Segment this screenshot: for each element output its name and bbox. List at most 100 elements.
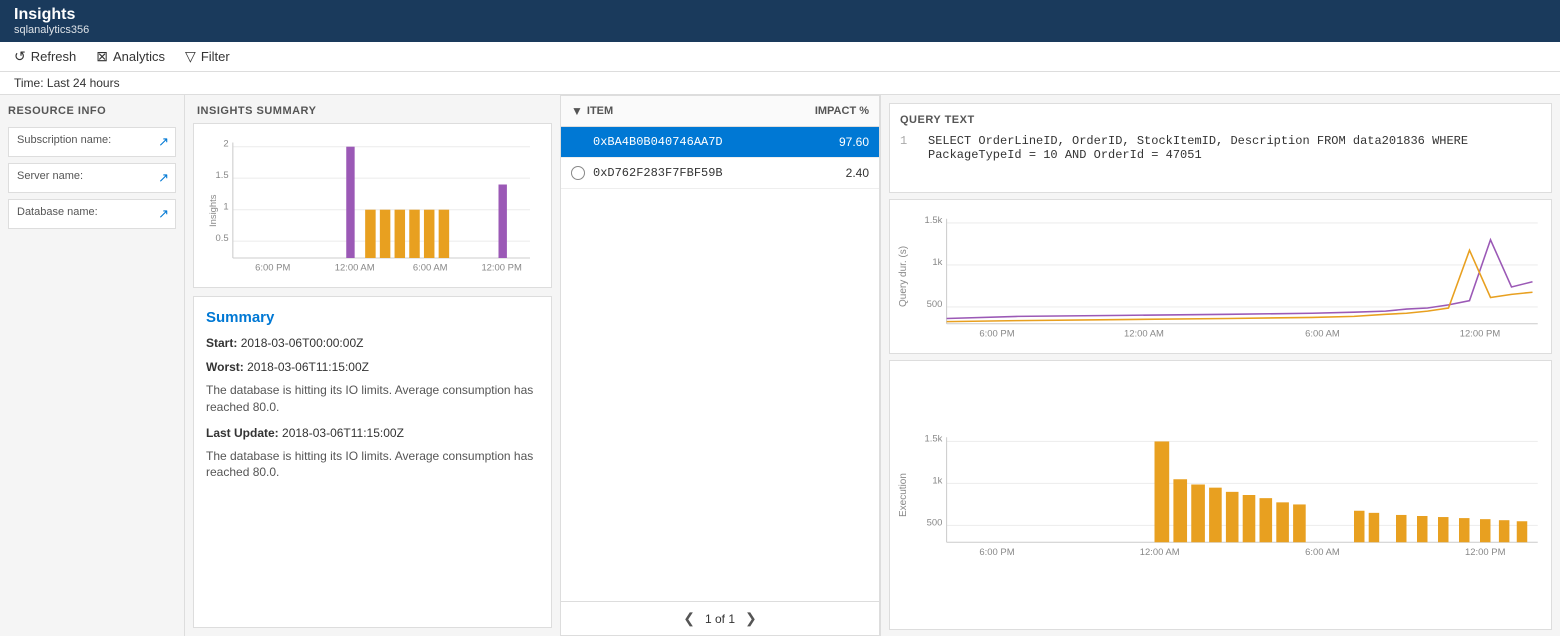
server-edit-icon[interactable]: ↗ — [158, 170, 169, 186]
app-subtitle: sqlanalytics356 — [14, 24, 1546, 36]
summary-worst-label: Worst: — [206, 360, 244, 374]
item-impact: 2.40 — [809, 166, 869, 180]
summary-start-row: Start: 2018-03-06T00:00:00Z — [206, 334, 539, 352]
items-list: 0xBA4B0B040746AA7D 97.60 0xD762F283F7FBF… — [561, 127, 879, 601]
item-icon-gray — [571, 166, 585, 180]
database-edit-icon[interactable]: ↗ — [158, 206, 169, 222]
database-name-group: Database name: ↗ — [8, 199, 176, 229]
svg-text:6:00 AM: 6:00 AM — [1305, 328, 1340, 339]
server-name-group: Server name: ↗ — [8, 163, 176, 193]
bar-orange-1 — [365, 210, 376, 258]
page-label: 1 of 1 — [705, 612, 735, 626]
prev-page-button[interactable]: ❮ — [683, 610, 695, 627]
analytics-button[interactable]: ⊠ Analytics — [96, 48, 165, 65]
item-row[interactable]: 0xBA4B0B040746AA7D 97.60 — [561, 127, 879, 158]
left-panel: RESOURCE INFO Subscription name: ↗ Serve… — [0, 95, 185, 636]
insights-chart-container: 2 1.5 1 0.5 Insights — [193, 123, 552, 288]
svg-text:0.5: 0.5 — [216, 233, 229, 244]
svg-text:2: 2 — [223, 139, 228, 150]
app-title: Insights — [14, 6, 1546, 24]
items-panel: ▼ ITEM IMPACT % 0xBA4B0B040746AA7D 97.60… — [560, 95, 880, 636]
next-page-button[interactable]: ❯ — [745, 610, 757, 627]
query-text-header: QUERY TEXT — [900, 114, 1541, 126]
filter-label: Filter — [201, 49, 230, 64]
items-col-item-header: ITEM — [587, 105, 785, 117]
bar-orange-3 — [395, 210, 406, 258]
svg-text:1.5: 1.5 — [216, 170, 229, 181]
svg-text:1k: 1k — [932, 475, 942, 486]
bar-orange-2 — [380, 210, 391, 258]
item-name: 0xBA4B0B040746AA7D — [593, 135, 801, 149]
bar-orange-5 — [424, 210, 435, 258]
exec-bar — [1173, 479, 1187, 542]
database-name-label: Database name: — [17, 206, 167, 218]
svg-text:6:00 PM: 6:00 PM — [255, 263, 290, 274]
svg-text:12:00 AM: 12:00 AM — [1140, 547, 1180, 558]
filter-button[interactable]: ▽ Filter — [185, 48, 230, 65]
bar-purple-1 — [346, 147, 354, 258]
exec-bar — [1417, 516, 1428, 542]
refresh-label: Refresh — [31, 49, 77, 64]
item-row[interactable]: 0xD762F283F7FBF59B 2.40 — [561, 158, 879, 189]
svg-text:6:00 AM: 6:00 AM — [1305, 547, 1340, 558]
exec-bar — [1369, 513, 1380, 542]
time-label: Time: Last 24 hours — [14, 76, 120, 90]
svg-text:12:00 AM: 12:00 AM — [335, 263, 375, 274]
exec-bar — [1243, 495, 1256, 542]
summary-lastupdate-label: Last Update: — [206, 426, 279, 440]
bar-purple-2 — [499, 185, 507, 259]
subscription-name-label: Subscription name: — [17, 134, 167, 146]
filter-icon: ▽ — [185, 48, 196, 65]
exec-bar — [1438, 517, 1449, 542]
refresh-button[interactable]: ↺ Refresh — [14, 48, 76, 65]
summary-desc2: The database is hitting its IO limits. A… — [206, 448, 539, 482]
exec-bar — [1260, 498, 1273, 542]
exec-bar — [1459, 518, 1470, 542]
svg-text:1.5k: 1.5k — [925, 433, 943, 444]
svg-text:1k: 1k — [932, 257, 942, 268]
query-code: SELECT OrderLineID, OrderID, StockItemID… — [928, 134, 1541, 162]
items-header: ▼ ITEM IMPACT % — [561, 96, 879, 127]
svg-text:12:00 AM: 12:00 AM — [1124, 328, 1164, 339]
analytics-icon: ⊠ — [96, 48, 108, 65]
exec-bar — [1354, 511, 1365, 543]
svg-text:500: 500 — [927, 517, 943, 528]
svg-text:12:00 PM: 12:00 PM — [1465, 547, 1506, 558]
svg-text:1.5k: 1.5k — [925, 215, 943, 226]
summary-start-label: Start: — [206, 336, 237, 350]
query-duration-orange-line — [947, 250, 1533, 321]
exec-bar — [1191, 485, 1205, 543]
filter-icon-header: ▼ — [571, 104, 583, 118]
exec-bar — [1396, 515, 1407, 542]
svg-text:12:00 PM: 12:00 PM — [481, 263, 522, 274]
exec-bar — [1276, 502, 1289, 542]
analytics-label: Analytics — [113, 49, 165, 64]
time-bar: Time: Last 24 hours — [0, 72, 1560, 95]
svg-text:500: 500 — [927, 299, 943, 310]
app-header: Insights sqlanalytics356 — [0, 0, 1560, 42]
exec-bar — [1293, 504, 1306, 542]
center-panel: INSIGHTS SUMMARY 2 1.5 1 0.5 Insights — [185, 95, 560, 636]
insights-chart: 2 1.5 1 0.5 Insights — [202, 132, 543, 279]
bar-orange-6 — [439, 210, 450, 258]
summary-box: Summary Start: 2018-03-06T00:00:00Z Wors… — [193, 296, 552, 628]
summary-worst-row: Worst: 2018-03-06T11:15:00Z — [206, 358, 539, 376]
refresh-icon: ↺ — [14, 48, 26, 65]
subscription-edit-icon[interactable]: ↗ — [158, 134, 169, 150]
resource-info-title: RESOURCE INFO — [8, 105, 176, 117]
insights-summary-title: INSIGHTS SUMMARY — [185, 95, 560, 123]
query-duration-chart-inner: 1.5k 1k 500 6:00 PM 12:00 AM — [913, 208, 1543, 345]
query-duration-chart-panel: Query dur. (s) 1.5k 1k 500 — [889, 199, 1552, 354]
svg-text:12:00 PM: 12:00 PM — [1460, 328, 1501, 339]
toolbar: ↺ Refresh ⊠ Analytics ▽ Filter — [0, 42, 1560, 72]
exec-bar — [1499, 520, 1510, 542]
item-impact: 97.60 — [809, 135, 869, 149]
svg-text:6:00 AM: 6:00 AM — [413, 263, 448, 274]
subscription-name-group: Subscription name: ↗ — [8, 127, 176, 157]
exec-bar — [1209, 488, 1222, 543]
svg-text:1: 1 — [223, 202, 228, 213]
summary-title: Summary — [206, 309, 539, 326]
query-duration-y-label: Query dur. (s) — [898, 208, 909, 345]
exec-bar — [1480, 519, 1491, 542]
query-line: 1 SELECT OrderLineID, OrderID, StockItem… — [900, 134, 1541, 162]
